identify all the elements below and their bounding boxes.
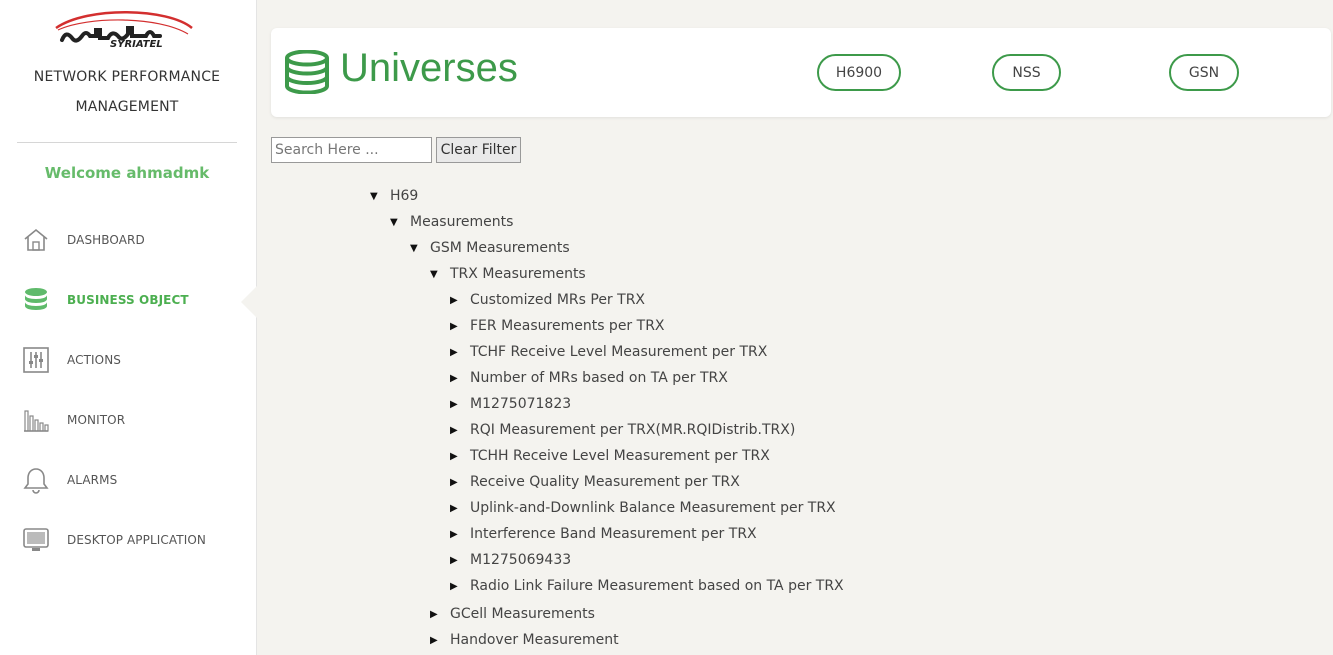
caret-right-icon[interactable]: ▶ (450, 451, 470, 462)
tree-node-label: GCell Measurements (450, 606, 595, 622)
tree-node[interactable]: ▶ RQI Measurement per TRX(MR.RQIDistrib.T… (450, 420, 795, 440)
caret-right-icon[interactable]: ▶ (450, 581, 470, 592)
sidebar-divider (17, 142, 237, 143)
monitor-icon (22, 526, 50, 554)
syriatel-logo[interactable]: SYRIATEL (48, 10, 198, 58)
tree-node[interactable]: ▼ GSM Measurements (410, 238, 570, 258)
tree-node-label: RQI Measurement per TRX(MR.RQIDistrib.TR… (470, 422, 796, 438)
tree-node-label: M1275071823 (470, 396, 572, 412)
caret-right-icon[interactable]: ▶ (450, 529, 470, 540)
tree-node-label: Measurements (410, 214, 514, 230)
sidebar-item-label: DESKTOP APPLICATION (67, 533, 206, 547)
sidebar-nav: DASHBOARD BUSINESS OBJECT ACTIONS MONITO… (0, 210, 257, 570)
sidebar-item-alarms[interactable]: ALARMS (0, 450, 256, 510)
tree-node-label: Number of MRs based on TA per TRX (470, 370, 728, 386)
home-icon (22, 226, 50, 254)
app-title: NETWORK PERFORMANCE MANAGEMENT (0, 62, 254, 122)
logo-wordmark: SYRIATEL (110, 39, 163, 50)
sliders-icon (22, 346, 50, 374)
tree-node[interactable]: ▶ TCHF Receive Level Measurement per TRX (450, 342, 767, 362)
active-indicator-arrow (241, 286, 257, 318)
sidebar-item-business-object[interactable]: BUSINESS OBJECT (0, 270, 257, 330)
page-title: Universes (340, 46, 518, 90)
caret-right-icon[interactable]: ▶ (430, 609, 450, 620)
sidebar-item-monitor[interactable]: MONITOR (0, 390, 256, 450)
caret-right-icon[interactable]: ▶ (450, 399, 470, 410)
search-input[interactable] (271, 137, 432, 163)
welcome-message: Welcome ahmadmk (44, 164, 210, 182)
tree-node[interactable]: ▶ Radio Link Failure Measurement based on… (450, 576, 844, 596)
caret-right-icon[interactable]: ▶ (430, 635, 450, 646)
tree-node[interactable]: ▶ Number of MRs based on TA per TRX (450, 368, 728, 388)
tree-node[interactable]: ▶ GCell Measurements (430, 604, 595, 624)
bell-icon (22, 466, 50, 494)
tree-node-label: TCHF Receive Level Measurement per TRX (470, 344, 768, 360)
tree-node-label: Radio Link Failure Measurement based on … (470, 578, 844, 594)
sidebar-item-label: MONITOR (67, 413, 126, 427)
tree-node[interactable]: ▶ Customized MRs Per TRX (450, 290, 645, 310)
tree-node[interactable]: ▶ TCHH Receive Level Measurement per TRX (450, 446, 770, 466)
tree-node-label: GSM Measurements (430, 240, 570, 256)
sidebar-item-label: DASHBOARD (67, 233, 145, 247)
universe-button-nss[interactable]: NSS (992, 54, 1061, 91)
sidebar-item-desktop-application[interactable]: DESKTOP APPLICATION (0, 510, 256, 570)
tree-node-label: TRX Measurements (450, 266, 586, 282)
tree-node-label: FER Measurements per TRX (470, 318, 665, 334)
tree-node-label: M1275069433 (470, 552, 572, 568)
caret-right-icon[interactable]: ▶ (450, 555, 470, 566)
caret-down-icon[interactable]: ▼ (430, 269, 450, 280)
caret-right-icon[interactable]: ▶ (450, 503, 470, 514)
caret-right-icon[interactable]: ▶ (450, 295, 470, 306)
caret-down-icon[interactable]: ▼ (370, 191, 390, 202)
tree-node-label: Customized MRs Per TRX (470, 292, 646, 308)
sidebar-item-label: BUSINESS OBJECT (67, 293, 189, 307)
universe-button-h6900[interactable]: H6900 (817, 54, 901, 91)
tree-node-label: TCHH Receive Level Measurement per TRX (470, 448, 770, 464)
tree-node[interactable]: ▶ M1275071823 (450, 394, 571, 414)
tree-node-label: Handover Measurement (450, 632, 619, 648)
caret-right-icon[interactable]: ▶ (450, 321, 470, 332)
app-title-line1: NETWORK PERFORMANCE (33, 69, 221, 85)
sidebar-item-actions[interactable]: ACTIONS (0, 330, 256, 390)
tree-node-label: Uplink-and-Downlink Balance Measurement … (470, 500, 836, 516)
caret-right-icon[interactable]: ▶ (450, 425, 470, 436)
clear-filter-button[interactable]: Clear Filter (436, 137, 521, 163)
tree-node-label: Receive Quality Measurement per TRX (470, 474, 740, 490)
tree-node[interactable]: ▼ TRX Measurements (430, 264, 586, 284)
tree-node[interactable]: ▶ FER Measurements per TRX (450, 316, 665, 336)
tree-node[interactable]: ▶ Uplink-and-Downlink Balance Measurement… (450, 498, 836, 518)
sidebar-item-label: ACTIONS (67, 353, 121, 367)
sidebar: SYRIATEL NETWORK PERFORMANCE MANAGEMENT … (0, 0, 257, 655)
header-card: Universes H6900 NSS GSN (271, 28, 1331, 117)
caret-down-icon[interactable]: ▼ (410, 243, 430, 254)
tree-node-label: H69 (390, 188, 419, 204)
caret-down-icon[interactable]: ▼ (390, 217, 410, 228)
tree-node[interactable]: ▼ Measurements (390, 212, 513, 232)
sidebar-item-dashboard[interactable]: DASHBOARD (0, 210, 256, 270)
caret-right-icon[interactable]: ▶ (450, 477, 470, 488)
tree-node[interactable]: ▶ Handover Measurement (430, 630, 619, 650)
universe-button-gsn[interactable]: GSN (1169, 54, 1239, 91)
database-icon (22, 286, 50, 314)
tree-node[interactable]: ▶ M1275069433 (450, 550, 571, 570)
app-title-line2: MANAGEMENT (75, 99, 179, 115)
database-icon (285, 49, 329, 95)
tree-node-label: Interference Band Measurement per TRX (470, 526, 757, 542)
caret-right-icon[interactable]: ▶ (450, 347, 470, 358)
bar-chart-icon (22, 406, 50, 434)
sidebar-item-label: ALARMS (67, 473, 118, 487)
tree-node[interactable]: ▼ H69 (370, 186, 418, 206)
tree-node[interactable]: ▶ Receive Quality Measurement per TRX (450, 472, 740, 492)
caret-right-icon[interactable]: ▶ (450, 373, 470, 384)
tree-node[interactable]: ▶ Interference Band Measurement per TRX (450, 524, 757, 544)
